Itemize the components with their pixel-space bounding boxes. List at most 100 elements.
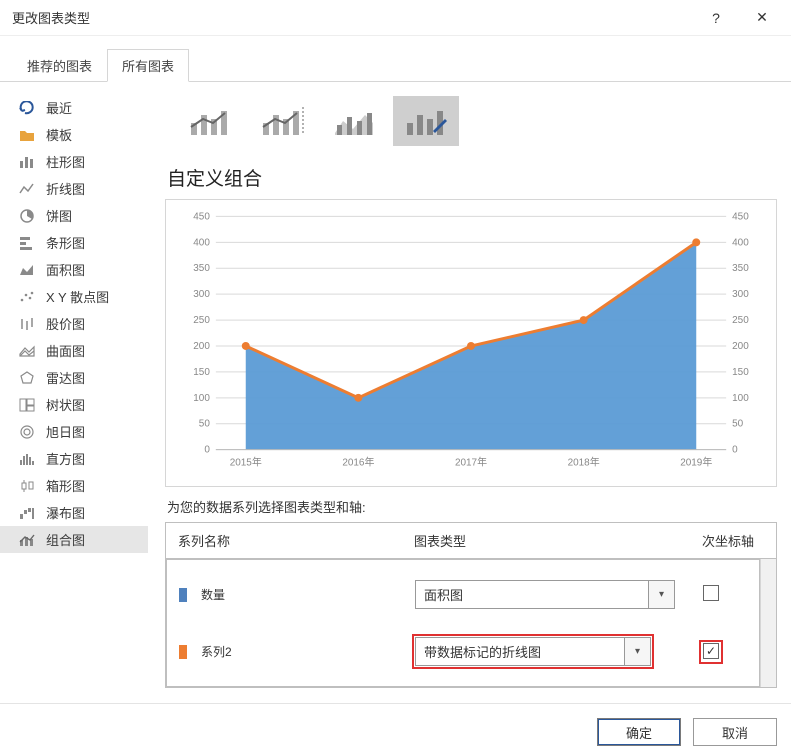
svg-text:0: 0 <box>732 445 738 456</box>
sidebar-item-surface[interactable]: 曲面图 <box>0 337 148 364</box>
sidebar-item-area[interactable]: 面积图 <box>0 256 148 283</box>
combo-subtype-custom[interactable] <box>393 96 459 146</box>
sidebar-item-waterfall[interactable]: 瀑布图 <box>0 499 148 526</box>
svg-text:300: 300 <box>193 289 210 300</box>
sidebar-item-boxplot[interactable]: 箱形图 <box>0 472 148 499</box>
sidebar-item-label: 折线图 <box>46 179 85 198</box>
svg-text:100: 100 <box>732 393 749 404</box>
svg-text:2016年: 2016年 <box>342 456 374 469</box>
combo-subtype-clustered-line-secaxis[interactable] <box>249 96 315 146</box>
svg-text:200: 200 <box>732 341 749 352</box>
svg-text:2019年: 2019年 <box>680 456 712 469</box>
ok-button[interactable]: 确定 <box>597 718 681 746</box>
chart-type-select[interactable]: 面积图 ▾ <box>415 580 675 609</box>
waterfall-icon <box>18 505 36 521</box>
svg-text:2017年: 2017年 <box>455 456 487 469</box>
svg-text:100: 100 <box>193 393 210 404</box>
sidebar-item-label: X Y 散点图 <box>46 287 109 306</box>
sidebar-item-column[interactable]: 柱形图 <box>0 148 148 175</box>
series-color-swatch <box>179 588 187 602</box>
sidebar-item-treemap[interactable]: 树状图 <box>0 391 148 418</box>
tab-all-charts[interactable]: 所有图表 <box>107 49 189 82</box>
main-panel: 自定义组合 0050501001001501502002002502503003… <box>148 82 791 703</box>
col-header-name: 系列名称 <box>178 531 414 550</box>
radar-chart-icon <box>18 370 36 386</box>
sidebar-item-stock[interactable]: 股价图 <box>0 310 148 337</box>
sidebar-item-combo[interactable]: 组合图 <box>0 526 148 553</box>
sidebar-item-label: 曲面图 <box>46 341 85 360</box>
chart-type-value: 面积图 <box>416 581 648 608</box>
sidebar-item-scatter[interactable]: X Y 散点图 <box>0 283 148 310</box>
sidebar-item-label: 瀑布图 <box>46 503 85 522</box>
sidebar-item-label: 箱形图 <box>46 476 85 495</box>
svg-text:400: 400 <box>732 237 749 248</box>
col-header-secaxis: 次坐标轴 <box>692 531 764 550</box>
scatter-chart-icon <box>18 289 36 305</box>
chart-svg: 0050501001001501502002002502503003003503… <box>172 208 770 478</box>
sidebar-item-label: 条形图 <box>46 233 85 252</box>
series-name: 系列2 <box>201 643 232 660</box>
svg-text:350: 350 <box>732 263 749 274</box>
sidebar-item-label: 模板 <box>46 125 72 144</box>
chevron-down-icon: ▾ <box>648 581 674 608</box>
series-section-caption: 为您的数据系列选择图表类型和轴: <box>165 487 777 522</box>
chart-category-sidebar: 最近 模板 柱形图 折线图 <box>0 82 148 703</box>
sidebar-item-histogram[interactable]: 直方图 <box>0 445 148 472</box>
series-grid: 系列名称 图表类型 次坐标轴 数量 面积图 <box>165 522 777 688</box>
change-chart-type-dialog: 更改图表类型 ? ✕ 推荐的图表 所有图表 最近 模板 <box>0 0 791 746</box>
bar-chart-icon <box>18 235 36 251</box>
help-button[interactable]: ? <box>693 4 739 32</box>
svg-text:150: 150 <box>732 367 749 378</box>
tab-bar: 推荐的图表 所有图表 <box>0 36 791 82</box>
treemap-icon <box>18 397 36 413</box>
series-color-swatch <box>179 645 187 659</box>
svg-text:250: 250 <box>732 315 749 326</box>
sidebar-item-pie[interactable]: 饼图 <box>0 202 148 229</box>
sidebar-item-label: 雷达图 <box>46 368 85 387</box>
sidebar-item-label: 旭日图 <box>46 422 85 441</box>
secondary-axis-checkbox[interactable] <box>702 585 720 603</box>
svg-text:2018年: 2018年 <box>568 456 600 469</box>
close-button[interactable]: ✕ <box>739 4 785 32</box>
sidebar-item-sunburst[interactable]: 旭日图 <box>0 418 148 445</box>
svg-text:350: 350 <box>193 263 210 274</box>
svg-text:150: 150 <box>193 367 210 378</box>
svg-text:300: 300 <box>732 289 749 300</box>
scrollbar[interactable] <box>760 559 776 687</box>
svg-text:2015年: 2015年 <box>230 456 262 469</box>
line-chart-icon <box>18 181 36 197</box>
sidebar-item-label: 直方图 <box>46 449 85 468</box>
sunburst-icon <box>18 424 36 440</box>
chart-type-value: 带数据标记的折线图 <box>416 638 624 665</box>
window-title: 更改图表类型 <box>12 8 90 27</box>
sidebar-item-label: 树状图 <box>46 395 85 414</box>
chart-type-select[interactable]: 带数据标记的折线图 ▾ <box>415 637 651 666</box>
recent-icon <box>18 100 36 116</box>
boxplot-icon <box>18 478 36 494</box>
section-title: 自定义组合 <box>165 160 777 199</box>
tab-recommended[interactable]: 推荐的图表 <box>12 49 107 82</box>
series-row: 系列2 带数据标记的折线图 ▾ ✓ <box>167 623 759 680</box>
histogram-icon <box>18 451 36 467</box>
cancel-button[interactable]: 取消 <box>693 718 777 746</box>
sidebar-item-bar[interactable]: 条形图 <box>0 229 148 256</box>
svg-text:450: 450 <box>193 211 210 222</box>
sidebar-item-label: 饼图 <box>46 206 72 225</box>
sidebar-item-template[interactable]: 模板 <box>0 121 148 148</box>
sidebar-item-recent[interactable]: 最近 <box>0 94 148 121</box>
combo-subtype-row <box>165 96 777 160</box>
sidebar-item-label: 面积图 <box>46 260 85 279</box>
svg-text:200: 200 <box>193 341 210 352</box>
combo-subtype-stacked-area[interactable] <box>321 96 387 146</box>
sidebar-item-line[interactable]: 折线图 <box>0 175 148 202</box>
stock-chart-icon <box>18 316 36 332</box>
svg-text:50: 50 <box>199 419 211 430</box>
col-header-type: 图表类型 <box>414 531 692 550</box>
titlebar: 更改图表类型 ? ✕ <box>0 0 791 36</box>
svg-text:250: 250 <box>193 315 210 326</box>
combo-subtype-clustered-line[interactable] <box>177 96 243 146</box>
sidebar-item-label: 最近 <box>46 98 72 117</box>
svg-text:400: 400 <box>193 237 210 248</box>
sidebar-item-radar[interactable]: 雷达图 <box>0 364 148 391</box>
secondary-axis-checkbox[interactable]: ✓ <box>702 643 720 661</box>
